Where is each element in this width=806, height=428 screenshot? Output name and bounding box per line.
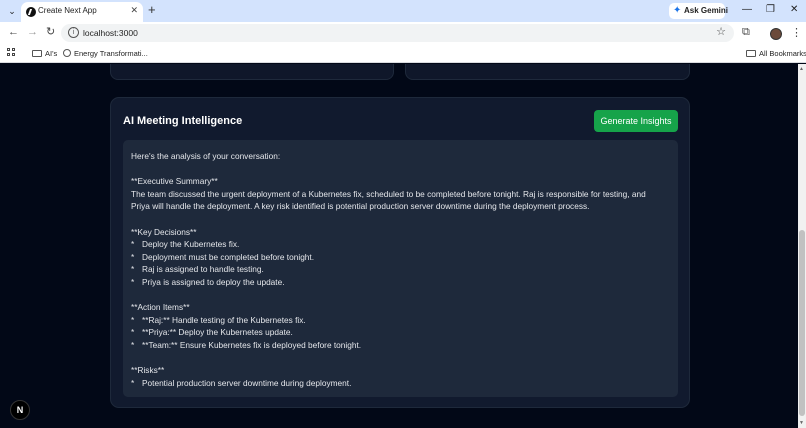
page-viewport: AI Meeting Intelligence Generate Insight… — [0, 64, 798, 428]
restore-icon[interactable]: ❐ — [766, 4, 775, 16]
address-bar[interactable]: i localhost:3000 ☆ — [61, 24, 734, 42]
globe-icon — [63, 49, 71, 57]
generate-insights-button[interactable]: Generate Insights — [594, 110, 678, 132]
browser-tab[interactable]: Create Next App ✕ — [21, 2, 143, 22]
minimize-icon[interactable]: — — [742, 4, 752, 16]
folder-icon — [32, 50, 42, 57]
bullet-text: Potential production server downtime dur… — [142, 377, 352, 388]
bullet-line: * **Priya:** Deploy the Kubernetes update… — [131, 326, 670, 339]
bullet-line: * Deploy the Kubernetes fix. — [131, 238, 670, 251]
bullet-marker: * — [131, 251, 135, 262]
bullet-line: * **Team:** Ensure Kubernetes fix is depl… — [131, 339, 670, 352]
folder-icon — [746, 50, 756, 57]
card-title: AI Meeting Intelligence — [123, 115, 243, 127]
output-line: **Risks** — [131, 365, 165, 376]
insights-output: Here's the analysis of your conversation… — [123, 140, 678, 397]
new-tab-icon[interactable]: + — [148, 3, 156, 17]
forward-icon[interactable]: → — [27, 26, 38, 39]
reload-icon[interactable]: ↻ — [46, 26, 55, 39]
menu-icon[interactable]: ⋮ — [791, 26, 802, 39]
bookmark-energy[interactable]: Energy Transformati... — [63, 47, 148, 60]
bullet-text: **Raj:** Handle testing of the Kubernete… — [142, 314, 306, 325]
bullet-marker: * — [131, 314, 135, 325]
bullet-text: Deploy the Kubernetes fix. — [142, 239, 240, 250]
bookmark-label: Energy Transformati... — [74, 49, 148, 58]
ai-meeting-intelligence-card: AI Meeting Intelligence Generate Insight… — [110, 97, 690, 408]
scroll-up-icon[interactable]: ▲ — [799, 66, 804, 72]
bullet-text: **Priya:** Deploy the Kubernetes update. — [142, 327, 293, 338]
scroll-down-icon[interactable]: ▼ — [799, 420, 804, 426]
ask-gemini-label: Ask Gemini — [684, 6, 729, 15]
site-info-icon[interactable]: i — [68, 27, 79, 38]
bullet-marker: * — [131, 327, 135, 338]
bookmarks-bar: AI's Energy Transformati... All Bookmark… — [0, 44, 806, 63]
back-icon[interactable]: ← — [8, 26, 19, 39]
url-text: localhost:3000 — [83, 28, 138, 38]
output-line: Here's the analysis of your conversation… — [131, 151, 281, 161]
bullet-line: * Priya is assigned to deploy the update. — [131, 276, 670, 289]
bullet-line: * Potential production server downtime du… — [131, 377, 670, 390]
bullet-text: Priya is assigned to deploy the update. — [142, 276, 285, 287]
nextjs-favicon-icon — [26, 7, 36, 17]
browser-toolbar: ← → ↻ i localhost:3000 ☆ — [0, 22, 806, 44]
bullet-line: * Raj is assigned to handle testing. — [131, 263, 670, 276]
bullet-text: Raj is assigned to handle testing. — [142, 264, 264, 275]
previous-card-right — [405, 64, 690, 80]
profile-avatar[interactable] — [770, 28, 782, 40]
extensions-icon[interactable]: ⧉ — [742, 26, 750, 39]
bullet-marker: * — [131, 377, 135, 388]
browser-title-bar: ⌄ Create Next App ✕ + ✦ Ask Gemini — ❐ ✕ — [0, 0, 806, 22]
tab-title: Create Next App — [38, 6, 97, 15]
output-line: **Key Decisions** — [131, 226, 197, 237]
scrollbar-thumb[interactable] — [799, 230, 805, 416]
bookmark-ais[interactable]: AI's — [32, 47, 57, 60]
ask-gemini-button[interactable]: ✦ Ask Gemini — [669, 3, 729, 19]
bullet-text: **Team:** Ensure Kubernetes fix is deplo… — [142, 339, 362, 350]
apps-grid-icon[interactable] — [7, 48, 16, 57]
gemini-sparkle-icon: ✦ — [673, 5, 682, 16]
bookmark-label: AI's — [45, 49, 58, 58]
tab-search-icon[interactable]: ⌄ — [6, 5, 18, 17]
bullet-line: * **Raj:** Handle testing of the Kubernet… — [131, 314, 670, 327]
bullet-marker: * — [131, 239, 135, 250]
tab-close-icon[interactable]: ✕ — [130, 5, 138, 16]
nextjs-dev-badge[interactable]: N — [10, 400, 30, 420]
all-bookmarks[interactable]: All Bookmarks — [746, 47, 806, 60]
bullet-marker: * — [131, 264, 135, 275]
previous-card-left — [110, 64, 394, 80]
bullet-line: * Deployment must be completed before ton… — [131, 251, 670, 264]
close-window-icon[interactable]: ✕ — [790, 4, 798, 16]
output-line: **Action Items** — [131, 302, 190, 313]
bullet-text: Deployment must be completed before toni… — [142, 251, 315, 262]
bullet-marker: * — [131, 339, 135, 350]
page-scrollbar[interactable]: ▲ ▼ — [798, 64, 806, 428]
bullet-marker: * — [131, 276, 135, 287]
output-line: Priya will handle the deployment. A key … — [131, 201, 590, 212]
all-bookmarks-label: All Bookmarks — [759, 49, 806, 58]
output-line: **Executive Summary** — [131, 176, 218, 187]
bookmark-star-icon[interactable]: ☆ — [716, 26, 726, 39]
output-line: The team discussed the urgent deployment… — [131, 188, 646, 199]
